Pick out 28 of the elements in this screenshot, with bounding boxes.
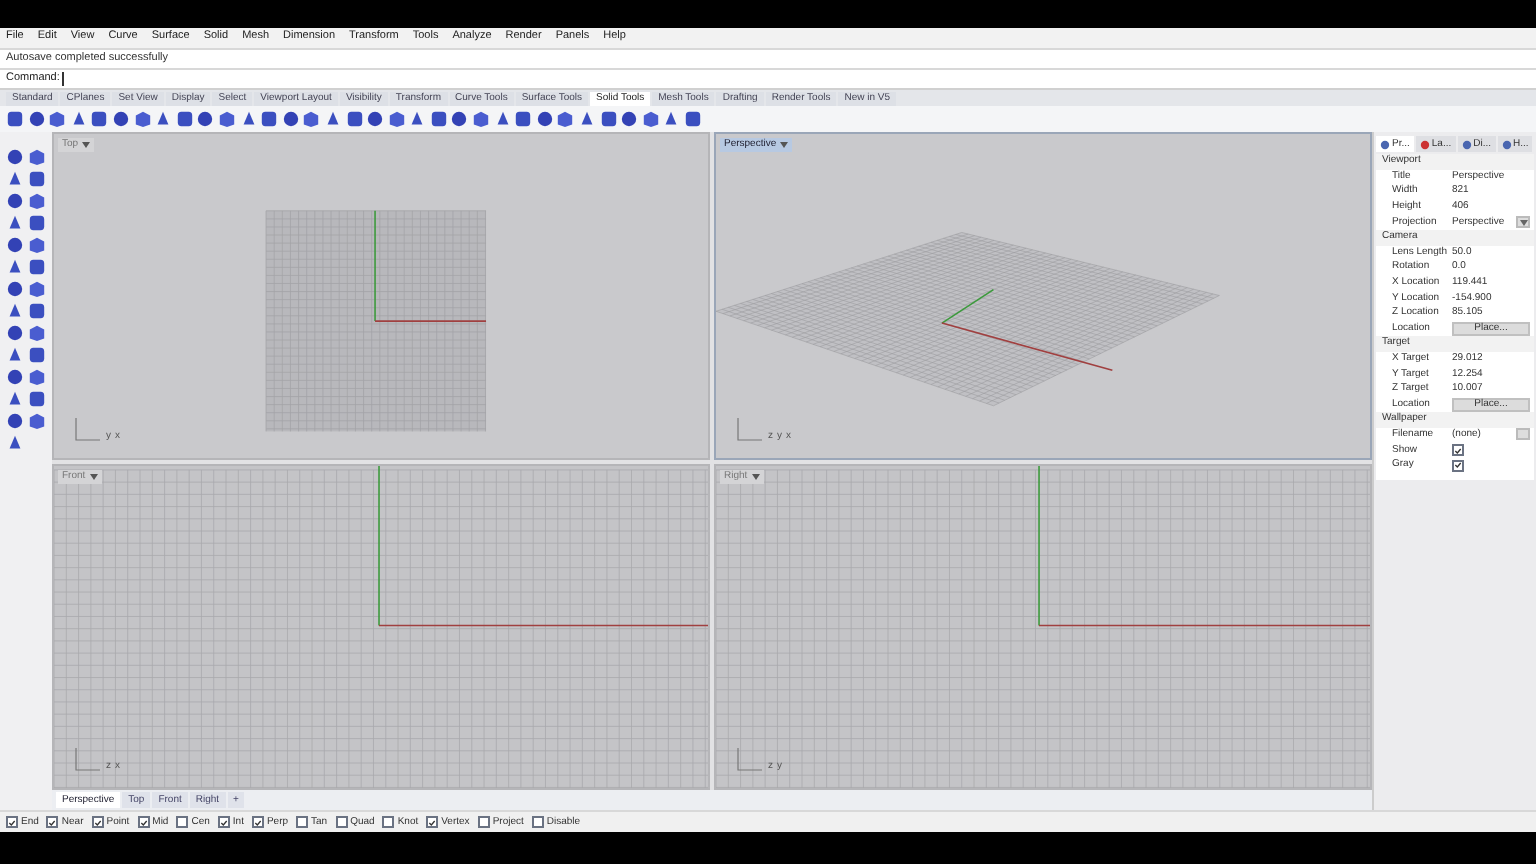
checkbox[interactable] — [296, 816, 309, 828]
panel-icon — [1501, 139, 1512, 149]
panel-icon — [1419, 139, 1430, 149]
axis-widget-icon — [74, 748, 102, 772]
caret-icon[interactable] — [89, 473, 98, 479]
checkbox[interactable] — [531, 816, 544, 828]
checkbox[interactable] — [1452, 459, 1464, 472]
checkbox[interactable] — [382, 816, 395, 828]
caret-icon[interactable] — [780, 142, 789, 148]
checkbox[interactable] — [477, 816, 490, 828]
caret-icon[interactable] — [751, 473, 760, 479]
checkbox[interactable] — [137, 816, 150, 828]
checkbox[interactable] — [6, 816, 18, 828]
checkbox[interactable] — [176, 816, 189, 828]
panel-icon — [1380, 139, 1390, 149]
axis-widget-icon — [736, 748, 764, 772]
checkbox[interactable] — [217, 816, 230, 828]
checkbox[interactable] — [426, 816, 439, 828]
checkbox[interactable] — [91, 816, 104, 828]
checkbox[interactable] — [335, 816, 348, 828]
panel-icon — [1461, 139, 1472, 149]
dropdown-icon[interactable] — [1516, 216, 1530, 229]
axis-widget-icon — [74, 417, 102, 441]
checkbox[interactable] — [1452, 444, 1464, 457]
checkbox[interactable] — [46, 816, 59, 828]
checkbox[interactable] — [251, 816, 264, 828]
caret-icon[interactable] — [82, 142, 91, 148]
axis-widget-icon — [736, 417, 764, 441]
